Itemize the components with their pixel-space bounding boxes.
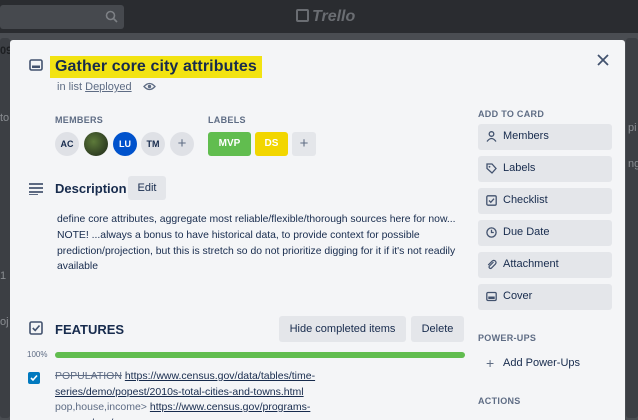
background-fragment: pi	[628, 122, 637, 134]
label-mvp[interactable]: MVP	[208, 132, 251, 156]
background-list-left	[0, 38, 10, 418]
board-search[interactable]	[0, 5, 124, 29]
sidebar-button-label: Labels	[503, 162, 536, 174]
card-list-info: in list Deployed	[57, 81, 132, 93]
checklist-item[interactable]: POPULATION https://www.census.gov/data/t…	[55, 369, 355, 420]
checklist-heading: FEATURES	[55, 322, 125, 337]
plus-icon: +	[486, 355, 495, 371]
member-avatar[interactable]: LU	[113, 132, 137, 156]
members-heading: MEMBERS	[55, 115, 104, 125]
checklist-icon	[486, 195, 497, 206]
checklist-progress-percent: 100%	[27, 350, 48, 359]
list-link[interactable]: Deployed	[85, 81, 131, 93]
edit-description-button[interactable]: Edit	[128, 176, 166, 200]
add-label-button[interactable]: +	[292, 132, 316, 156]
add-power-ups-button[interactable]: + Add Power-Ups	[478, 352, 612, 376]
sidebar-members-button[interactable]: Members	[478, 124, 612, 150]
checklist-progress-bar	[55, 352, 465, 358]
labels-heading: LABELS	[208, 115, 246, 125]
add-power-ups-label: Add Power-Ups	[503, 357, 581, 369]
watch-eye-icon[interactable]	[143, 82, 156, 91]
trello-board-icon	[296, 9, 309, 22]
sidebar-button-label: Members	[503, 130, 549, 142]
cover-icon	[486, 291, 497, 302]
checklist-item-checkbox[interactable]	[28, 372, 40, 384]
background-fragment: ng	[628, 158, 638, 170]
background-fragment: to	[0, 112, 10, 124]
background-fragment: 1	[0, 270, 7, 282]
checklist-progress-fill	[55, 352, 465, 358]
checklist-item-middle: pop,house,income>	[55, 401, 147, 413]
card-title[interactable]: Gather core city attributes	[50, 56, 262, 78]
search-icon	[105, 10, 118, 23]
member-avatar[interactable]: TM	[141, 132, 165, 156]
description-lines-icon	[29, 183, 43, 195]
description-text[interactable]: define core attributes, aggregate most r…	[57, 212, 467, 275]
logo-text: Trello	[312, 8, 356, 25]
list-prefix: in list	[57, 81, 83, 93]
add-to-card-heading: ADD TO CARD	[478, 109, 545, 119]
description-line: NOTE! ...always a bonus to have historic…	[57, 229, 456, 273]
card-detail-modal: Gather core city attributes in list Depl…	[10, 40, 625, 420]
sidebar-checklist-button[interactable]: Checklist	[478, 188, 612, 214]
sidebar-button-label: Attachment	[503, 258, 559, 270]
card-icon	[29, 59, 43, 71]
label-ds[interactable]: DS	[255, 132, 288, 156]
hide-completed-button[interactable]: Hide completed items	[279, 316, 406, 342]
description-line: define core attributes, aggregate most r…	[57, 214, 456, 225]
clock-icon	[486, 227, 497, 238]
tag-icon	[486, 163, 497, 174]
sidebar-cover-button[interactable]: Cover	[478, 284, 612, 310]
member-avatar[interactable]: AC	[55, 132, 79, 156]
sidebar-due-date-button[interactable]: Due Date	[478, 220, 612, 246]
checklist-item-prefix: POPULATION	[55, 370, 122, 382]
delete-checklist-button[interactable]: Delete	[411, 316, 464, 342]
background-list-right	[626, 38, 638, 418]
close-icon[interactable]	[593, 50, 613, 70]
checklist-icon	[29, 321, 43, 335]
actions-heading: ACTIONS	[478, 396, 521, 406]
description-heading: Description	[55, 181, 127, 196]
app-topbar: Trello	[0, 0, 638, 33]
sidebar-button-label: Due Date	[503, 226, 550, 238]
sidebar-button-label: Checklist	[503, 194, 548, 206]
member-avatar-photo[interactable]	[84, 132, 108, 156]
person-icon	[486, 131, 497, 142]
check-icon	[30, 374, 38, 382]
trello-logo[interactable]: Trello	[296, 8, 355, 26]
paperclip-icon	[487, 259, 497, 270]
sidebar-labels-button[interactable]: Labels	[478, 156, 612, 182]
sidebar-button-label: Cover	[503, 290, 533, 302]
sidebar-attachment-button[interactable]: Attachment	[478, 252, 612, 278]
background-fragment: oj	[0, 316, 9, 328]
add-member-button[interactable]: +	[170, 132, 194, 156]
power-ups-heading: POWER-UPS	[478, 333, 537, 343]
